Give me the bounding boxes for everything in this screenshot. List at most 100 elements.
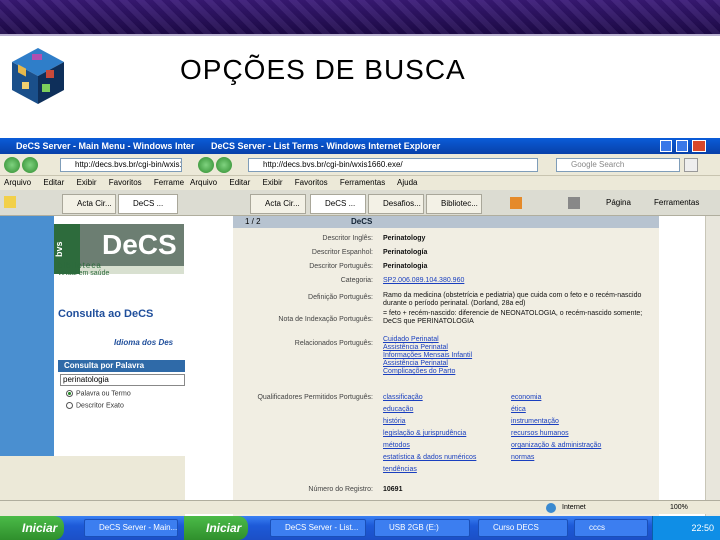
print-icon[interactable] <box>568 197 580 209</box>
zoom-level[interactable]: 100% <box>670 501 688 515</box>
menu-item[interactable]: Exibir <box>263 178 283 187</box>
radio-descritor-exato[interactable]: Descritor Exato <box>66 402 124 409</box>
related-link[interactable]: Assistência Perinatal <box>383 360 448 367</box>
right-page-content: 1 / 2 DeCS Descritor Inglês: Perinatolog… <box>185 216 720 520</box>
taskbar-button[interactable]: USB 2GB (E:) <box>374 519 470 537</box>
qualifier-link[interactable]: tendências <box>383 466 417 473</box>
radio-button[interactable] <box>66 402 73 409</box>
menu-item[interactable]: Favoritos <box>109 178 142 187</box>
menu-item[interactable]: Exibir <box>77 178 97 187</box>
left-address-field[interactable]: http://decs.bvs.br/cgi-bin/wxis1660.exe/ <box>60 158 182 172</box>
relacionados-label: Relacionados Português: <box>294 340 373 347</box>
related-link[interactable]: Complicações do Parto <box>383 368 455 375</box>
field-value: Perinatology <box>383 235 426 242</box>
related-link[interactable]: Assistência Perinatal <box>383 344 448 351</box>
status-bar: Internet 100% <box>0 500 720 514</box>
taskbar: Iniciar DeCS Server - Main... Iniciar De… <box>0 516 720 540</box>
menu-item[interactable]: Ferramentas <box>340 178 385 187</box>
slide-top-banner <box>0 0 720 34</box>
start-button-2[interactable]: Iniciar <box>184 516 248 540</box>
tab-acta-left[interactable]: Acta Cir... <box>62 194 116 214</box>
qualifier-link[interactable]: organização & administração <box>511 442 601 449</box>
category-link[interactable]: SP2.006.089.104.380.960 <box>383 277 464 284</box>
photo-cube-icon <box>12 48 64 104</box>
taskbar-button[interactable]: DeCS Server - List... <box>270 519 366 537</box>
qualifier-link[interactable]: normas <box>511 454 534 461</box>
related-link[interactable]: Cuidado Perinatal <box>383 336 439 343</box>
qualifier-link[interactable]: instrumentação <box>511 418 559 425</box>
decs-logo-text: DeCS D <box>80 224 184 297</box>
home-icon[interactable] <box>510 197 522 209</box>
left-window-title: DeCS Server - Main Menu - Windows Intern… <box>16 141 195 151</box>
slide-title: OPÇÕES DE BUSCA <box>180 54 466 85</box>
right-window-titlebar: DeCS Server - List Terms - Windows Inter… <box>195 138 720 154</box>
menu-item[interactable]: Arquivo <box>4 178 31 187</box>
forward-button[interactable] <box>22 157 38 173</box>
menu-item[interactable]: Editar <box>43 178 64 187</box>
start-button[interactable]: Iniciar <box>0 516 64 540</box>
qualificadores-label: Qualificadores Permitidos Português: <box>257 394 373 401</box>
related-link[interactable]: Informações Mensais Infantil <box>383 352 472 359</box>
menu-item[interactable]: Editar <box>229 178 250 187</box>
close-button[interactable] <box>692 140 706 152</box>
qualifier-link[interactable]: métodos <box>383 442 410 449</box>
qualifier-link[interactable]: classificação <box>383 394 423 401</box>
page-count: 1 / 2 <box>245 217 261 226</box>
decs-record: 1 / 2 DeCS Descritor Inglês: Perinatolog… <box>233 216 659 520</box>
qualifier-link[interactable]: história <box>383 418 406 425</box>
back-button[interactable] <box>4 157 20 173</box>
field-label: Descritor Português: <box>309 263 373 270</box>
tab-biblioteca[interactable]: Bibliotec... <box>426 194 482 214</box>
qualifier-link[interactable]: recursos humanos <box>511 430 569 437</box>
definicao-value: Ramo da medicina (obstetrícia e pediatri… <box>383 292 642 307</box>
back-button-right[interactable] <box>198 157 214 173</box>
field-label: Categoria: <box>340 277 373 284</box>
qualifier-link[interactable]: ética <box>511 406 526 413</box>
internet-globe-icon <box>546 503 556 513</box>
start-label: Iniciar <box>206 521 242 535</box>
left-window-titlebar: DeCS Server - Main Menu - Windows Intern… <box>0 138 195 154</box>
browser-screenshots: DeCS Server - Main Menu - Windows Intern… <box>0 138 720 540</box>
favorites-star-icon[interactable] <box>4 196 16 208</box>
right-page-gutter <box>185 216 233 520</box>
radio-button[interactable] <box>66 390 73 397</box>
tools-menu[interactable]: Ferramentas <box>654 198 699 207</box>
radio-palavra-termo[interactable]: Palavra ou Termo <box>66 390 131 397</box>
taskbar-button[interactable]: cccs <box>574 519 648 537</box>
system-tray: 22:50 <box>652 516 720 540</box>
right-address-field[interactable]: http://decs.bvs.br/cgi-bin/wxis1660.exe/ <box>248 158 538 172</box>
search-icon[interactable] <box>684 158 698 172</box>
menu-item[interactable]: Ajuda <box>397 178 417 187</box>
tab-desafios[interactable]: Desafios... <box>368 194 424 214</box>
right-window-title: DeCS Server - List Terms - Windows Inter… <box>211 141 441 151</box>
taskbar-button[interactable]: DeCS Server - Main... <box>84 519 178 537</box>
nota-value: = feto + recém-nascido: diferencie de NE… <box>383 310 643 325</box>
taskbar-button[interactable]: Curso DECS <box>478 519 568 537</box>
biblioteca-label: biblioteca virtual em saúde <box>58 262 109 278</box>
qualifier-link[interactable]: economia <box>511 394 541 401</box>
qualifier-link[interactable]: legislação & jurisprudência <box>383 430 466 437</box>
vertical-scrollbar[interactable] <box>705 216 720 520</box>
google-search-field[interactable]: Google Search <box>556 158 680 172</box>
zone-label: Internet <box>562 504 586 511</box>
qualifier-link[interactable]: educação <box>383 406 413 413</box>
page-menu[interactable]: Página <box>606 198 631 207</box>
search-input[interactable]: perinatologia <box>60 374 185 386</box>
menu-item[interactable]: Arquivo <box>190 178 217 187</box>
tab-acta-right[interactable]: Acta Cir... <box>250 194 306 214</box>
qualifier-link[interactable]: estatística & dados numéricos <box>383 454 476 461</box>
record-header: 1 / 2 DeCS <box>233 216 659 228</box>
menu-item[interactable]: Favoritos <box>295 178 328 187</box>
left-menubar: Arquivo Editar Exibir Favoritos Ferramen… <box>4 176 184 190</box>
forward-button-right[interactable] <box>216 157 232 173</box>
definicao-label: Definição Português: <box>308 294 373 301</box>
field-label: Descritor Espanhol: <box>311 249 373 256</box>
registro-label: Número do Registro: <box>308 486 373 493</box>
menu-item[interactable]: Ferramentas <box>154 178 184 187</box>
minimize-button[interactable] <box>660 140 672 152</box>
tab-decs-left[interactable]: DeCS ... <box>118 194 178 214</box>
tab-decs-right[interactable]: DeCS ... <box>310 194 366 214</box>
consulta-palavra-header: Consulta por Palavra <box>58 360 185 372</box>
maximize-button[interactable] <box>676 140 688 152</box>
field-label: Descritor Inglês: <box>322 235 373 242</box>
